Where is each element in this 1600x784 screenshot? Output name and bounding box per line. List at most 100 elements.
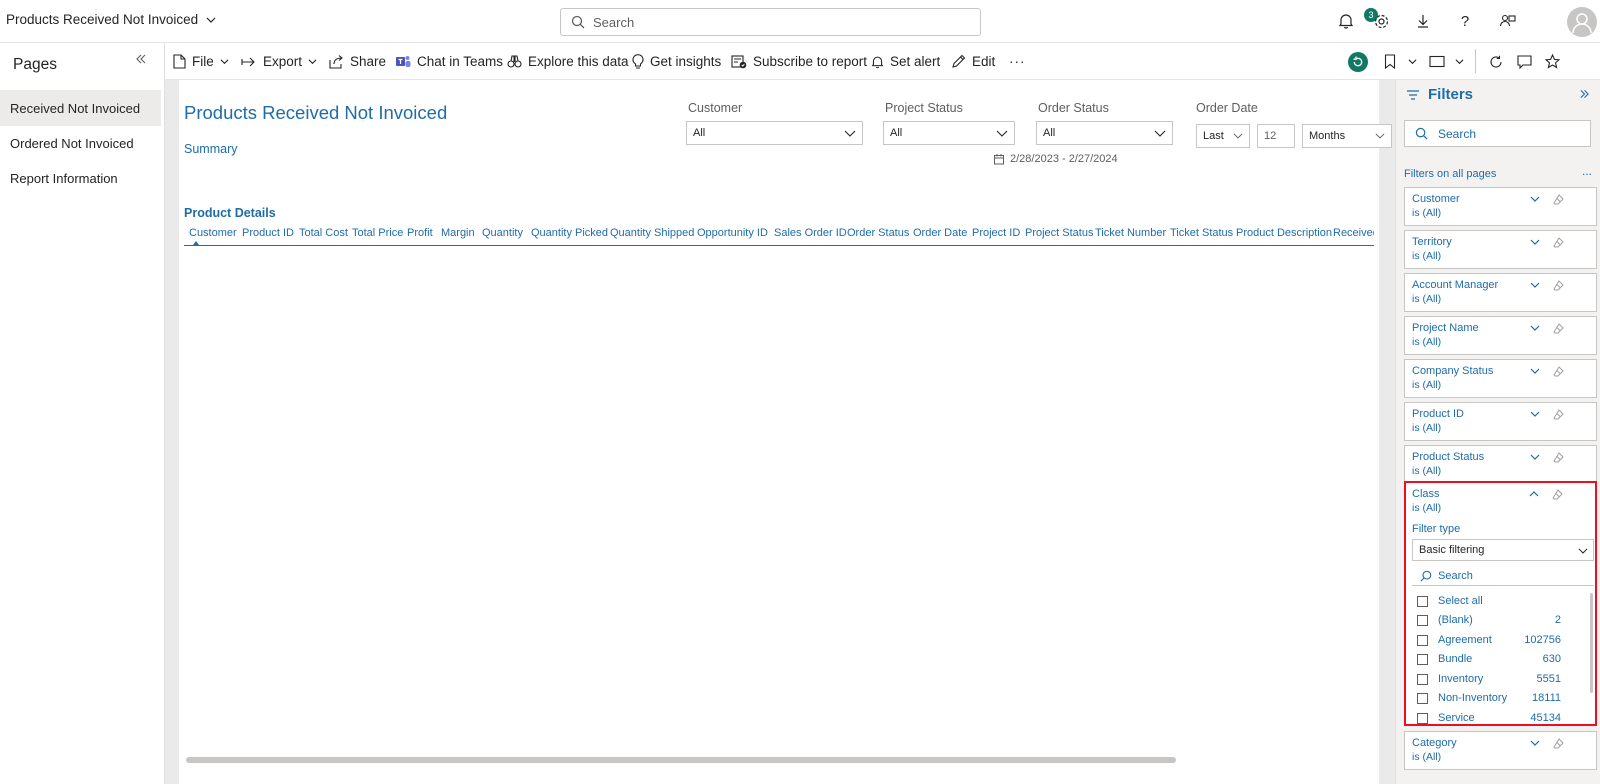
more-options-button[interactable]: ··· — [1009, 43, 1026, 80]
set-alert-button[interactable]: Set alert — [871, 43, 940, 80]
eraser-icon[interactable] — [1553, 280, 1564, 291]
checkbox[interactable] — [1417, 595, 1428, 607]
checkbox[interactable] — [1417, 614, 1428, 626]
class-options-scrollbar[interactable] — [1590, 593, 1593, 693]
column-header-project-id[interactable]: Project ID — [972, 227, 1020, 239]
eraser-icon[interactable] — [1553, 366, 1564, 377]
class-option-select-all[interactable]: Select all — [1417, 592, 1553, 610]
column-header-ticket-status[interactable]: Ticket Status — [1170, 227, 1233, 239]
collapse-pages-button[interactable] — [136, 54, 146, 64]
summary-link[interactable]: Summary — [184, 142, 237, 156]
notifications-button[interactable] — [1335, 10, 1357, 32]
column-header-quantity-picked[interactable]: Quantity Picked — [531, 227, 608, 239]
bookmark-button[interactable] — [1384, 43, 1417, 80]
settings-button[interactable] — [1370, 10, 1392, 32]
global-search-input[interactable] — [593, 14, 953, 30]
chevron-down-icon[interactable] — [1530, 739, 1540, 747]
checkbox[interactable] — [1417, 673, 1428, 685]
class-option-non-inventory[interactable]: Non-Inventory 18111 — [1417, 689, 1561, 707]
order-date-unit-dropdown[interactable]: Months — [1302, 124, 1392, 148]
filter-card-customer[interactable]: Customer is (All) — [1404, 187, 1597, 226]
class-option-service[interactable]: Service 45134 — [1417, 709, 1561, 724]
chevron-down-icon[interactable] — [1530, 281, 1540, 289]
eraser-icon[interactable] — [1553, 409, 1564, 420]
checkbox[interactable] — [1417, 634, 1428, 646]
column-header-opportunity-id[interactable]: Opportunity ID — [697, 227, 768, 239]
comments-button[interactable] — [1517, 43, 1532, 80]
chevron-down-icon[interactable] — [1530, 324, 1540, 332]
column-header-total-cost[interactable]: Total Cost — [299, 227, 348, 239]
report-title-dropdown[interactable]: Products Received Not Invoiced — [6, 12, 216, 27]
filters-search-box[interactable] — [1404, 120, 1591, 147]
filter-card-class-expanded[interactable]: Class is (All) Filter type Basic filteri… — [1404, 481, 1597, 726]
chevron-down-icon[interactable] — [1530, 367, 1540, 375]
checkbox[interactable] — [1417, 692, 1428, 704]
column-header-quantity-shipped[interactable]: Quantity Shipped — [610, 227, 694, 239]
column-header-quantity[interactable]: Quantity — [482, 227, 523, 239]
filter-card-territory[interactable]: Territory is (All) — [1404, 230, 1597, 269]
column-header-product-description[interactable]: Product Description — [1236, 227, 1332, 239]
global-search-box[interactable] — [560, 8, 981, 36]
user-avatar[interactable] — [1567, 7, 1597, 37]
column-header-profit[interactable]: Profit — [407, 227, 433, 239]
download-button[interactable] — [1412, 10, 1434, 32]
class-option-bundle[interactable]: Bundle 630 — [1417, 650, 1561, 668]
class-option-blank[interactable]: (Blank) 2 — [1417, 611, 1561, 629]
eraser-icon[interactable] — [1553, 237, 1564, 248]
filter-card-company-status[interactable]: Company Status is (All) — [1404, 359, 1597, 398]
filter-card-project-name[interactable]: Project Name is (All) — [1404, 316, 1597, 355]
help-button[interactable]: ? — [1454, 10, 1476, 32]
chevron-down-icon[interactable] — [1530, 410, 1540, 418]
view-button[interactable] — [1429, 43, 1464, 80]
chat-in-teams-button[interactable]: Chat in Teams — [395, 43, 503, 80]
column-header-customer[interactable]: Customer — [189, 227, 237, 239]
column-header-total-price[interactable]: Total Price — [352, 227, 403, 239]
eraser-icon[interactable] — [1553, 194, 1564, 205]
feedback-button[interactable] — [1496, 10, 1518, 32]
page-item-received-not-invoiced[interactable]: Received Not Invoiced — [0, 90, 161, 126]
filter-card-product-status[interactable]: Product Status is (All) — [1404, 445, 1597, 484]
eraser-icon[interactable] — [1553, 452, 1564, 463]
file-menu-button[interactable]: File — [173, 43, 229, 80]
chevron-up-icon[interactable] — [1529, 490, 1539, 498]
page-item-ordered-not-invoiced[interactable]: Ordered Not Invoiced — [0, 125, 161, 161]
class-option-inventory[interactable]: Inventory 5551 — [1417, 670, 1561, 688]
share-button[interactable]: Share — [329, 43, 386, 80]
eraser-icon[interactable] — [1553, 323, 1564, 334]
column-header-ticket-number[interactable]: Ticket Number — [1095, 227, 1166, 239]
filters-section-more-button[interactable]: ... — [1582, 164, 1592, 178]
column-header-project-status[interactable]: Project Status — [1025, 227, 1093, 239]
column-header-order-date[interactable]: Order Date — [913, 227, 967, 239]
class-filter-search-input[interactable] — [1438, 569, 1578, 582]
order-date-count-input[interactable]: 12 — [1257, 124, 1295, 148]
column-header-received[interactable]: Received — [1333, 227, 1374, 239]
filter-type-dropdown[interactable]: Basic filtering — [1412, 539, 1594, 561]
class-option-agreement[interactable]: Agreement 102756 — [1417, 631, 1561, 649]
export-menu-button[interactable]: Export — [241, 43, 317, 80]
get-insights-button[interactable]: Get insights — [632, 43, 721, 80]
eraser-icon[interactable] — [1552, 489, 1563, 500]
table-horizontal-scroll-thumb[interactable] — [186, 757, 1176, 763]
edit-button[interactable]: Edit — [951, 43, 995, 80]
refresh-button[interactable] — [1489, 43, 1503, 80]
order-status-slicer-dropdown[interactable]: All — [1036, 121, 1173, 145]
chevron-down-icon[interactable] — [1530, 195, 1540, 203]
filters-search-input[interactable] — [1438, 126, 1578, 141]
page-item-report-information[interactable]: Report Information — [0, 160, 161, 196]
eraser-icon[interactable] — [1553, 738, 1564, 749]
column-header-margin[interactable]: Margin — [441, 227, 475, 239]
table-horizontal-scrollbar[interactable] — [186, 757, 1373, 763]
reset-button[interactable] — [1348, 43, 1368, 80]
column-header-sales-order-id[interactable]: Sales Order ID — [774, 227, 847, 239]
class-filter-search[interactable] — [1412, 566, 1594, 586]
checkbox[interactable] — [1417, 653, 1428, 665]
filter-card-category[interactable]: Category is (All) — [1404, 731, 1597, 770]
column-header-order-status[interactable]: Order Status — [847, 227, 909, 239]
customer-slicer-dropdown[interactable]: All — [686, 121, 863, 145]
filter-card-account-manager[interactable]: Account Manager is (All) — [1404, 273, 1597, 312]
explore-data-button[interactable]: Explore this data — [507, 43, 629, 80]
project-status-slicer-dropdown[interactable]: All — [883, 121, 1015, 145]
chevron-down-icon[interactable] — [1530, 238, 1540, 246]
chevron-down-icon[interactable] — [1530, 453, 1540, 461]
checkbox[interactable] — [1417, 712, 1428, 724]
